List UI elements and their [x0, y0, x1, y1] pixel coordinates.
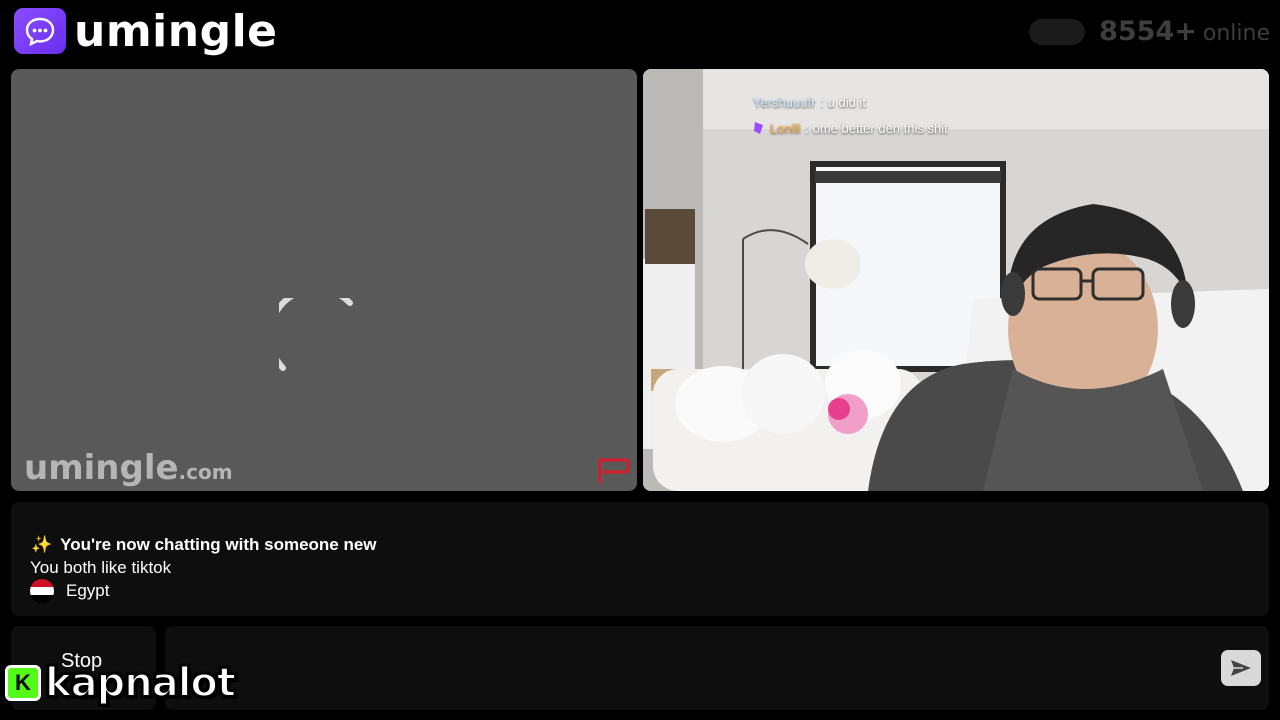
- sparkles-icon: ✨: [31, 535, 53, 554]
- chat-message-text: : u did it: [820, 94, 866, 110]
- stream-chat-message: Yershuuufr : u did it: [753, 89, 948, 115]
- purple-badge-icon: [754, 122, 763, 134]
- umingle-watermark: umingle.com: [24, 448, 233, 488]
- stranger-video-panel: [11, 69, 637, 491]
- flag-icon[interactable]: [597, 457, 631, 485]
- chat-username: Lonlll: [770, 120, 801, 136]
- chat-message-text: : ome better den this shit: [805, 120, 948, 136]
- connection-status: ✨ You're now chatting with someone new: [31, 535, 377, 555]
- kick-logo-icon: K: [5, 665, 41, 701]
- online-count: 8554+: [1099, 16, 1197, 47]
- app-header: umingle 8554+ online: [0, 0, 1280, 66]
- chat-info-panel: ✨ You're now chatting with someone new Y…: [11, 502, 1269, 616]
- self-video-panel: Yershuuufr : u did it Lonlll : ome bette…: [643, 69, 1269, 491]
- brand-name[interactable]: umingle: [74, 6, 278, 57]
- stranger-country: Egypt: [30, 579, 109, 603]
- stream-chat-overlay: Yershuuufr : u did it Lonlll : ome bette…: [753, 89, 948, 141]
- send-button[interactable]: [1221, 650, 1261, 686]
- streamer-overlay: K kapnalot: [5, 659, 237, 707]
- watermark-tld: .com: [178, 460, 233, 484]
- chat-bubble-icon[interactable]: [14, 8, 66, 54]
- webcam-feed-image: [643, 69, 1269, 491]
- country-name: Egypt: [66, 581, 110, 600]
- message-input[interactable]: [165, 626, 1269, 710]
- stream-chat-message: Lonlll : ome better den this shit: [753, 115, 948, 141]
- online-toggle[interactable]: [1029, 18, 1086, 45]
- online-label: online: [1202, 21, 1270, 46]
- streamer-username: kapnalot: [44, 659, 237, 707]
- online-indicator: 8554+ online: [1029, 16, 1270, 47]
- egypt-flag-icon: [30, 579, 54, 603]
- shared-interest: You both like tiktok: [30, 558, 172, 577]
- chat-username: Yershuuufr: [753, 94, 816, 110]
- watermark-name: umingle: [24, 448, 179, 488]
- send-arrow-icon: [1231, 660, 1251, 676]
- connection-status-text: You're now chatting with someone new: [60, 535, 377, 554]
- loading-spinner-icon: [279, 298, 353, 371]
